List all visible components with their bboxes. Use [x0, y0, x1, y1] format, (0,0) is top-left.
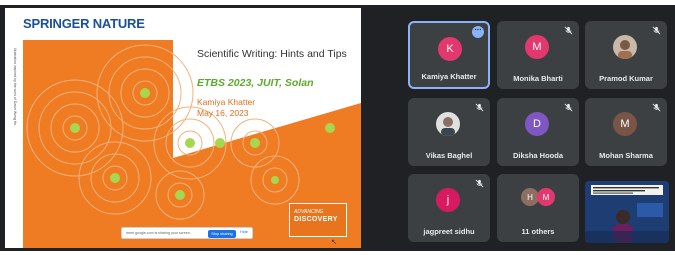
screen-share-notification: meet.google.com is sharing your screen. … — [121, 227, 253, 239]
participant-name: Mohan Sharma — [599, 151, 653, 160]
badge-line1: ADVANCING — [294, 209, 324, 215]
mic-off-icon — [652, 26, 661, 35]
video-feed-icon — [585, 181, 669, 243]
others-count-label: 11 others — [521, 227, 555, 236]
self-video-thumbnail[interactable] — [585, 181, 669, 243]
mic-off-icon — [652, 103, 661, 112]
participant-tile-diksha-hooda[interactable]: D Diksha Hooda — [497, 98, 579, 166]
avatar: M — [525, 35, 549, 59]
slide-subtitle: ETBS 2023, JUIT, Solan — [197, 77, 314, 89]
slide-date: May 16, 2023 — [197, 108, 249, 118]
advancing-discovery-badge: ADVANCING DISCOVERY — [289, 203, 347, 237]
profile-photo — [436, 112, 460, 136]
participant-tile-vikas-baghel[interactable]: Vikas Baghel — [408, 98, 490, 166]
participant-tile-pramod-kumar[interactable]: Pramod Kumar — [585, 21, 667, 89]
participant-tile-monika-bharti[interactable]: M Monika Bharti — [497, 21, 579, 89]
stop-sharing-button[interactable]: Stop sharing — [208, 229, 236, 238]
participant-tile-others[interactable]: H M 11 others — [497, 174, 579, 242]
participant-name: Vikas Baghel — [425, 151, 473, 160]
participant-tile-mohan-sharma[interactable]: M Mohan Sharma — [585, 98, 667, 166]
avatar: j — [436, 188, 460, 212]
participant-name: Pramod Kumar — [599, 74, 653, 83]
avatar: K — [438, 37, 462, 61]
participant-name: Diksha Hooda — [512, 151, 563, 160]
participant-name: jagpreet sidhu — [423, 227, 475, 236]
mic-off-icon — [564, 26, 573, 35]
profile-photo — [613, 35, 637, 59]
badge-line2: DISCOVERY — [294, 216, 338, 223]
avatar: D — [525, 112, 549, 136]
slide-title: Scientific Writing: Hints and Tips — [197, 48, 347, 60]
mouse-cursor-icon: ↖ — [331, 239, 337, 246]
participant-tile-jagpreet-sidhu[interactable]: j jagpreet sidhu — [408, 174, 490, 242]
hide-button[interactable]: Hide — [240, 230, 248, 234]
mic-off-icon — [475, 179, 484, 188]
participant-name: Monika Bharti — [513, 74, 563, 83]
more-options-icon[interactable]: ⋯ — [472, 26, 484, 38]
mic-off-icon — [564, 103, 573, 112]
participant-tile-kamiya-khatter[interactable]: ⋯ K Kamiya Khatter — [408, 21, 490, 89]
avatar: M — [537, 188, 555, 206]
meeting-window: SPRINGER NATURE Illustration inspired by… — [0, 5, 675, 251]
springer-nature-logo: SPRINGER NATURE — [23, 16, 145, 31]
avatar: M — [613, 112, 637, 136]
participant-name: Kamiya Khatter — [421, 72, 477, 81]
slide-author: Kamiya Khatter — [197, 97, 256, 107]
shared-screen-slide: SPRINGER NATURE Illustration inspired by… — [5, 8, 361, 248]
mic-off-icon — [475, 103, 484, 112]
share-notice-text: meet.google.com is sharing your screen. — [126, 231, 191, 235]
slide-side-credit: Illustration inspired by the work of Daw… — [13, 48, 17, 126]
